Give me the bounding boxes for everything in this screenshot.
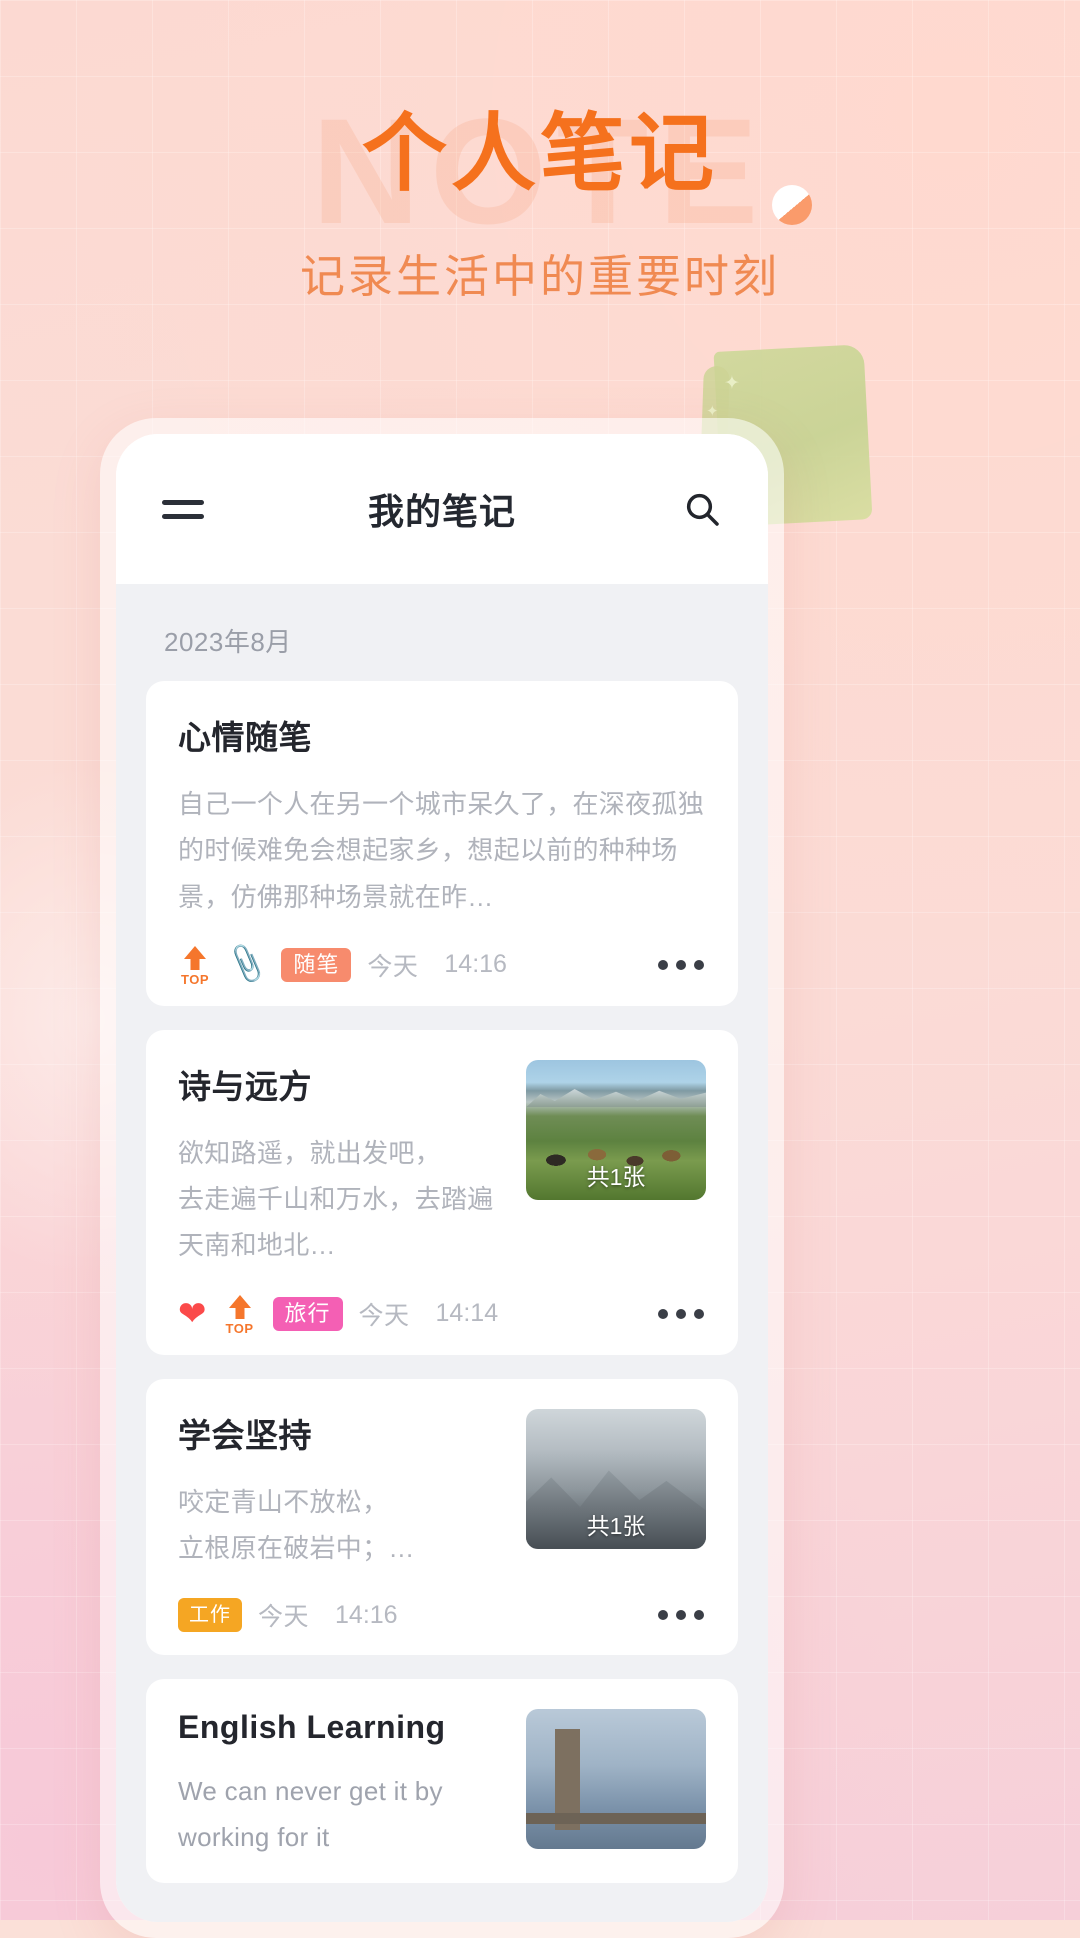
note-date: 今天 [367,952,419,981]
note-text: 心情随笔 自己一个人在另一个城市呆久了，在深夜孤独的时候难免会想起家乡，想起以前… [178,711,706,920]
phone-screen: 我的笔记 2023年8月 心情随笔 自己一个人在另一个城市呆久了，在深夜孤独的时… [116,434,768,1922]
decorative-circle-icon [772,185,812,225]
note-title: English Learning [178,1709,446,1746]
note-time: 14:16 [335,1600,398,1629]
note-date: 今天 [358,1301,410,1330]
note-thumbnail[interactable]: 共1张 [526,1408,706,1549]
page-title: 个人笔记 [361,107,718,202]
more-dots-icon[interactable] [656,1602,706,1628]
thumbnail-count-label: 共1张 [586,1163,646,1190]
note-thumbnail[interactable]: 共1张 [526,1059,706,1200]
search-icon[interactable] [682,489,722,529]
pin-top-label: TOP [181,971,209,987]
thumbnail-count-label: 共1张 [586,1512,646,1539]
status-badge[interactable]: 随笔 [281,947,352,982]
note-content: 诗与远方 欲知路遥，就出发吧， 去走遍千山和万水，去踏遍天南和地北… 共1张 [178,1059,706,1269]
page-subtitle: 记录生活中的重要时刻 [299,251,780,302]
note-meta-row: ❤ TOP 旅行 今天 14:14 [178,1294,706,1336]
month-header: 2023年8月 [164,627,292,657]
note-thumbnail[interactable] [526,1709,706,1850]
more-dots-icon[interactable] [656,952,706,978]
more-dots-icon[interactable] [656,1301,706,1327]
list-item[interactable]: 诗与远方 欲知路遥，就出发吧， 去走遍千山和万水，去踏遍天南和地北… 共1张 ❤… [146,1029,738,1355]
note-body: 自己一个人在另一个城市呆久了，在深夜孤独的时候难免会想起家乡，想起以前的种种场景… [178,789,705,912]
note-body-line: We can never get it by working for it [178,1776,443,1853]
note-content: 心情随笔 自己一个人在另一个城市呆久了，在深夜孤独的时候难免会想起家乡，想起以前… [178,711,706,920]
note-content: English Learning We can never get it by … [178,1709,706,1861]
note-time: 14:14 [435,1299,499,1328]
note-time: 14:16 [444,950,507,979]
status-badge[interactable]: 旅行 [272,1296,343,1331]
notes-list[interactable]: 2023年8月 心情随笔 自己一个人在另一个城市呆久了，在深夜孤独的时候难免会想… [116,584,768,1922]
sparkle-icon: ✦ [724,373,740,394]
app-title: 我的笔记 [367,491,516,532]
note-title: 心情随笔 [178,719,312,756]
list-item[interactable]: 学会坚持 咬定青山不放松， 立根原在破岩中；… 共1张 工作 今天 14:16 [146,1378,738,1656]
note-title: 学会坚持 [178,1416,312,1454]
note-body-line: 立根原在破岩中；… [178,1532,415,1563]
hamburger-menu-icon[interactable] [162,499,204,519]
hero-section: NOTE 个人笔记 记录生活中的重要时刻 [0,0,1080,420]
status-badge[interactable]: 工作 [178,1598,242,1633]
note-text: 学会坚持 咬定青山不放松， 立根原在破岩中；… [178,1409,504,1572]
note-text: 诗与远方 欲知路遥，就出发吧， 去走遍千山和万水，去踏遍天南和地北… [178,1060,504,1269]
note-body-line: 欲知路遥，就出发吧， [178,1137,442,1168]
pin-top-icon[interactable]: TOP [178,945,212,987]
pin-top-label: TOP [225,1320,254,1336]
note-body-line: 去走遍千山和万水，去踏遍天南和地北… [178,1184,494,1261]
note-meta-row: 工作 今天 14:16 [178,1597,706,1633]
list-item[interactable]: English Learning We can never get it by … [146,1679,738,1883]
sparkle-icon: ✦ [706,403,719,420]
note-title: 诗与远方 [178,1067,312,1105]
note-content: 学会坚持 咬定青山不放松， 立根原在破岩中；… 共1张 [178,1408,706,1572]
note-body-line: 咬定青山不放松， [178,1486,389,1517]
note-date: 今天 [258,1603,310,1632]
phone-mockup-frame: 我的笔记 2023年8月 心情随笔 自己一个人在另一个城市呆久了，在深夜孤独的时… [100,418,784,1938]
note-text: English Learning We can never get it by … [178,1709,504,1861]
app-header: 我的笔记 [116,434,768,584]
list-item[interactable]: 心情随笔 自己一个人在另一个城市呆久了，在深夜孤独的时候难免会想起家乡，想起以前… [146,681,738,1006]
paperclip-icon: 📎 [223,942,270,986]
favorite-heart-icon[interactable]: ❤ [178,1297,207,1331]
pin-top-icon[interactable]: TOP [223,1294,257,1336]
note-meta-row: TOP 📎 随笔 今天 14:16 [178,942,706,987]
